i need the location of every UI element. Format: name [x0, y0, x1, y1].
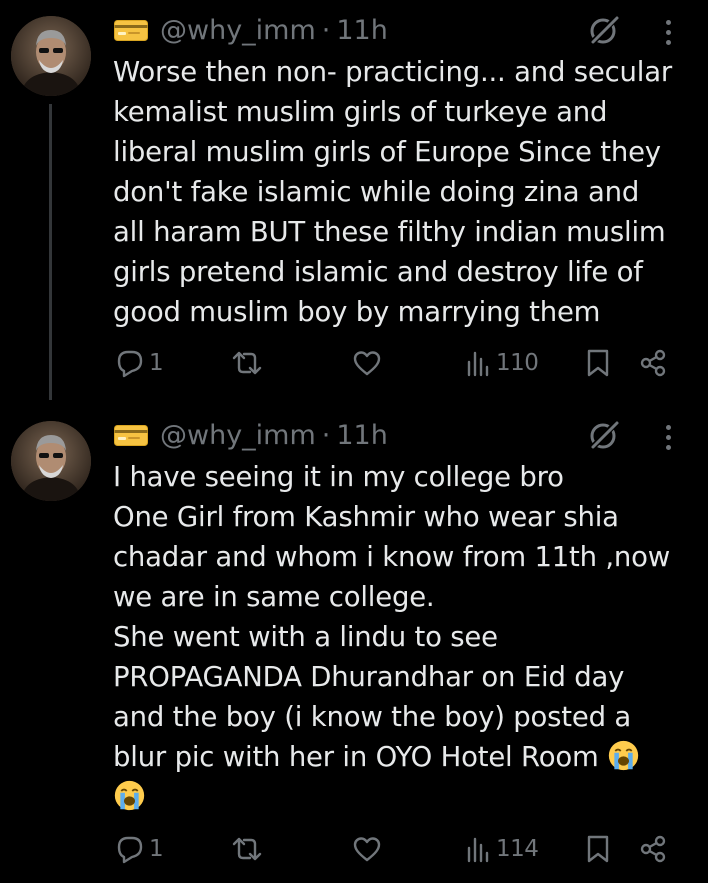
- repost-icon: [232, 837, 262, 861]
- bookmark-icon: [587, 349, 609, 377]
- tweet-text-span: blur pic with her in OYO Hotel Room: [113, 741, 599, 773]
- reply-count: 1: [149, 836, 164, 862]
- separator-dot: ·: [321, 419, 331, 451]
- reply-button[interactable]: 1: [115, 346, 164, 380]
- avatar[interactable]: [11, 421, 91, 501]
- bookmark-button[interactable]: [586, 346, 610, 380]
- tweet-text-line: One Girl from Kashmir who wear shia: [113, 501, 619, 533]
- share-button[interactable]: [638, 832, 668, 866]
- views-button[interactable]: 114: [466, 832, 539, 866]
- tweet-1[interactable]: @why_imm · 11h Worse then non- practicin…: [0, 0, 708, 405]
- views-icon: [467, 351, 489, 377]
- bookmark-button[interactable]: [586, 832, 610, 866]
- tweet-text-line: liberal muslim girls of Europe Since the…: [113, 136, 661, 168]
- tweet-text-line: She went with a lindu to see: [113, 621, 498, 653]
- share-icon: [640, 835, 666, 863]
- bookmark-icon: [587, 835, 609, 863]
- repost-button[interactable]: [230, 346, 264, 380]
- reply-icon: [117, 350, 143, 378]
- share-icon: [640, 349, 666, 377]
- like-icon: [353, 351, 381, 376]
- like-icon: [353, 837, 381, 862]
- grok-icon[interactable]: [586, 12, 622, 48]
- tweet-text-line: [113, 777, 699, 817]
- views-count: 110: [496, 350, 539, 376]
- avatar-image: [11, 16, 91, 96]
- tweet-header: @why_imm · 11h: [114, 14, 388, 46]
- views-button[interactable]: 110: [466, 346, 539, 380]
- tweet-text: Worse then non- practicing... and secula…: [113, 52, 699, 332]
- repost-button[interactable]: [230, 832, 264, 866]
- credit-card-icon: [114, 424, 148, 446]
- tweet-text-line: good muslim boy by marrying them: [113, 296, 601, 328]
- tweet-text-line: we are in same college.: [113, 581, 435, 613]
- like-button[interactable]: [352, 346, 382, 380]
- views-count: 114: [496, 836, 539, 862]
- tweet-text-line: I have seeing it in my college bro: [113, 461, 564, 493]
- grok-icon[interactable]: [586, 417, 622, 453]
- user-handle[interactable]: @why_imm: [160, 15, 316, 46]
- action-bar: 1 110: [0, 346, 708, 380]
- tweet-2[interactable]: @why_imm · 11h I have seeing it in my co…: [0, 405, 708, 883]
- loudly-crying-face-emoji-icon: [608, 740, 639, 771]
- avatar[interactable]: [11, 16, 91, 96]
- tweet-text-line: don't fake islamic while doing zina and: [113, 176, 640, 208]
- tweet-text-line: blur pic with her in OYO Hotel Room: [113, 737, 699, 777]
- separator-dot: ·: [321, 14, 331, 46]
- loudly-crying-face-emoji-icon: [114, 780, 145, 811]
- tweet-text-line: all haram BUT these filthy indian muslim: [113, 216, 666, 248]
- avatar-image: [11, 421, 91, 501]
- tweet-text-line: and the boy (i know the boy) posted a: [113, 701, 632, 733]
- user-handle[interactable]: @why_imm: [160, 420, 316, 451]
- share-button[interactable]: [638, 346, 668, 380]
- more-icon[interactable]: [664, 425, 672, 453]
- like-button[interactable]: [352, 832, 382, 866]
- tweet-text-line: Worse then non- practicing... and secula…: [113, 56, 672, 88]
- more-icon[interactable]: [664, 20, 672, 48]
- timestamp[interactable]: 11h: [336, 15, 387, 46]
- tweet-text-line: girls pretend islamic and destroy life o…: [113, 256, 643, 288]
- tweet-header: @why_imm · 11h: [114, 419, 388, 451]
- credit-card-icon: [114, 19, 148, 41]
- tweet-text: I have seeing it in my college bro One G…: [113, 457, 699, 817]
- timestamp[interactable]: 11h: [336, 420, 387, 451]
- reply-icon: [117, 836, 143, 864]
- reply-button[interactable]: 1: [115, 832, 164, 866]
- tweet-text-line: kemalist muslim girls of turkeye and: [113, 96, 608, 128]
- action-bar: 1 114: [0, 832, 708, 866]
- reply-count: 1: [149, 350, 164, 376]
- views-icon: [467, 837, 489, 863]
- tweet-text-line: PROPAGANDA Dhurandhar on Eid day: [113, 661, 625, 693]
- repost-icon: [232, 351, 262, 375]
- tweet-text-line: chadar and whom i know from 11th ,now: [113, 541, 671, 573]
